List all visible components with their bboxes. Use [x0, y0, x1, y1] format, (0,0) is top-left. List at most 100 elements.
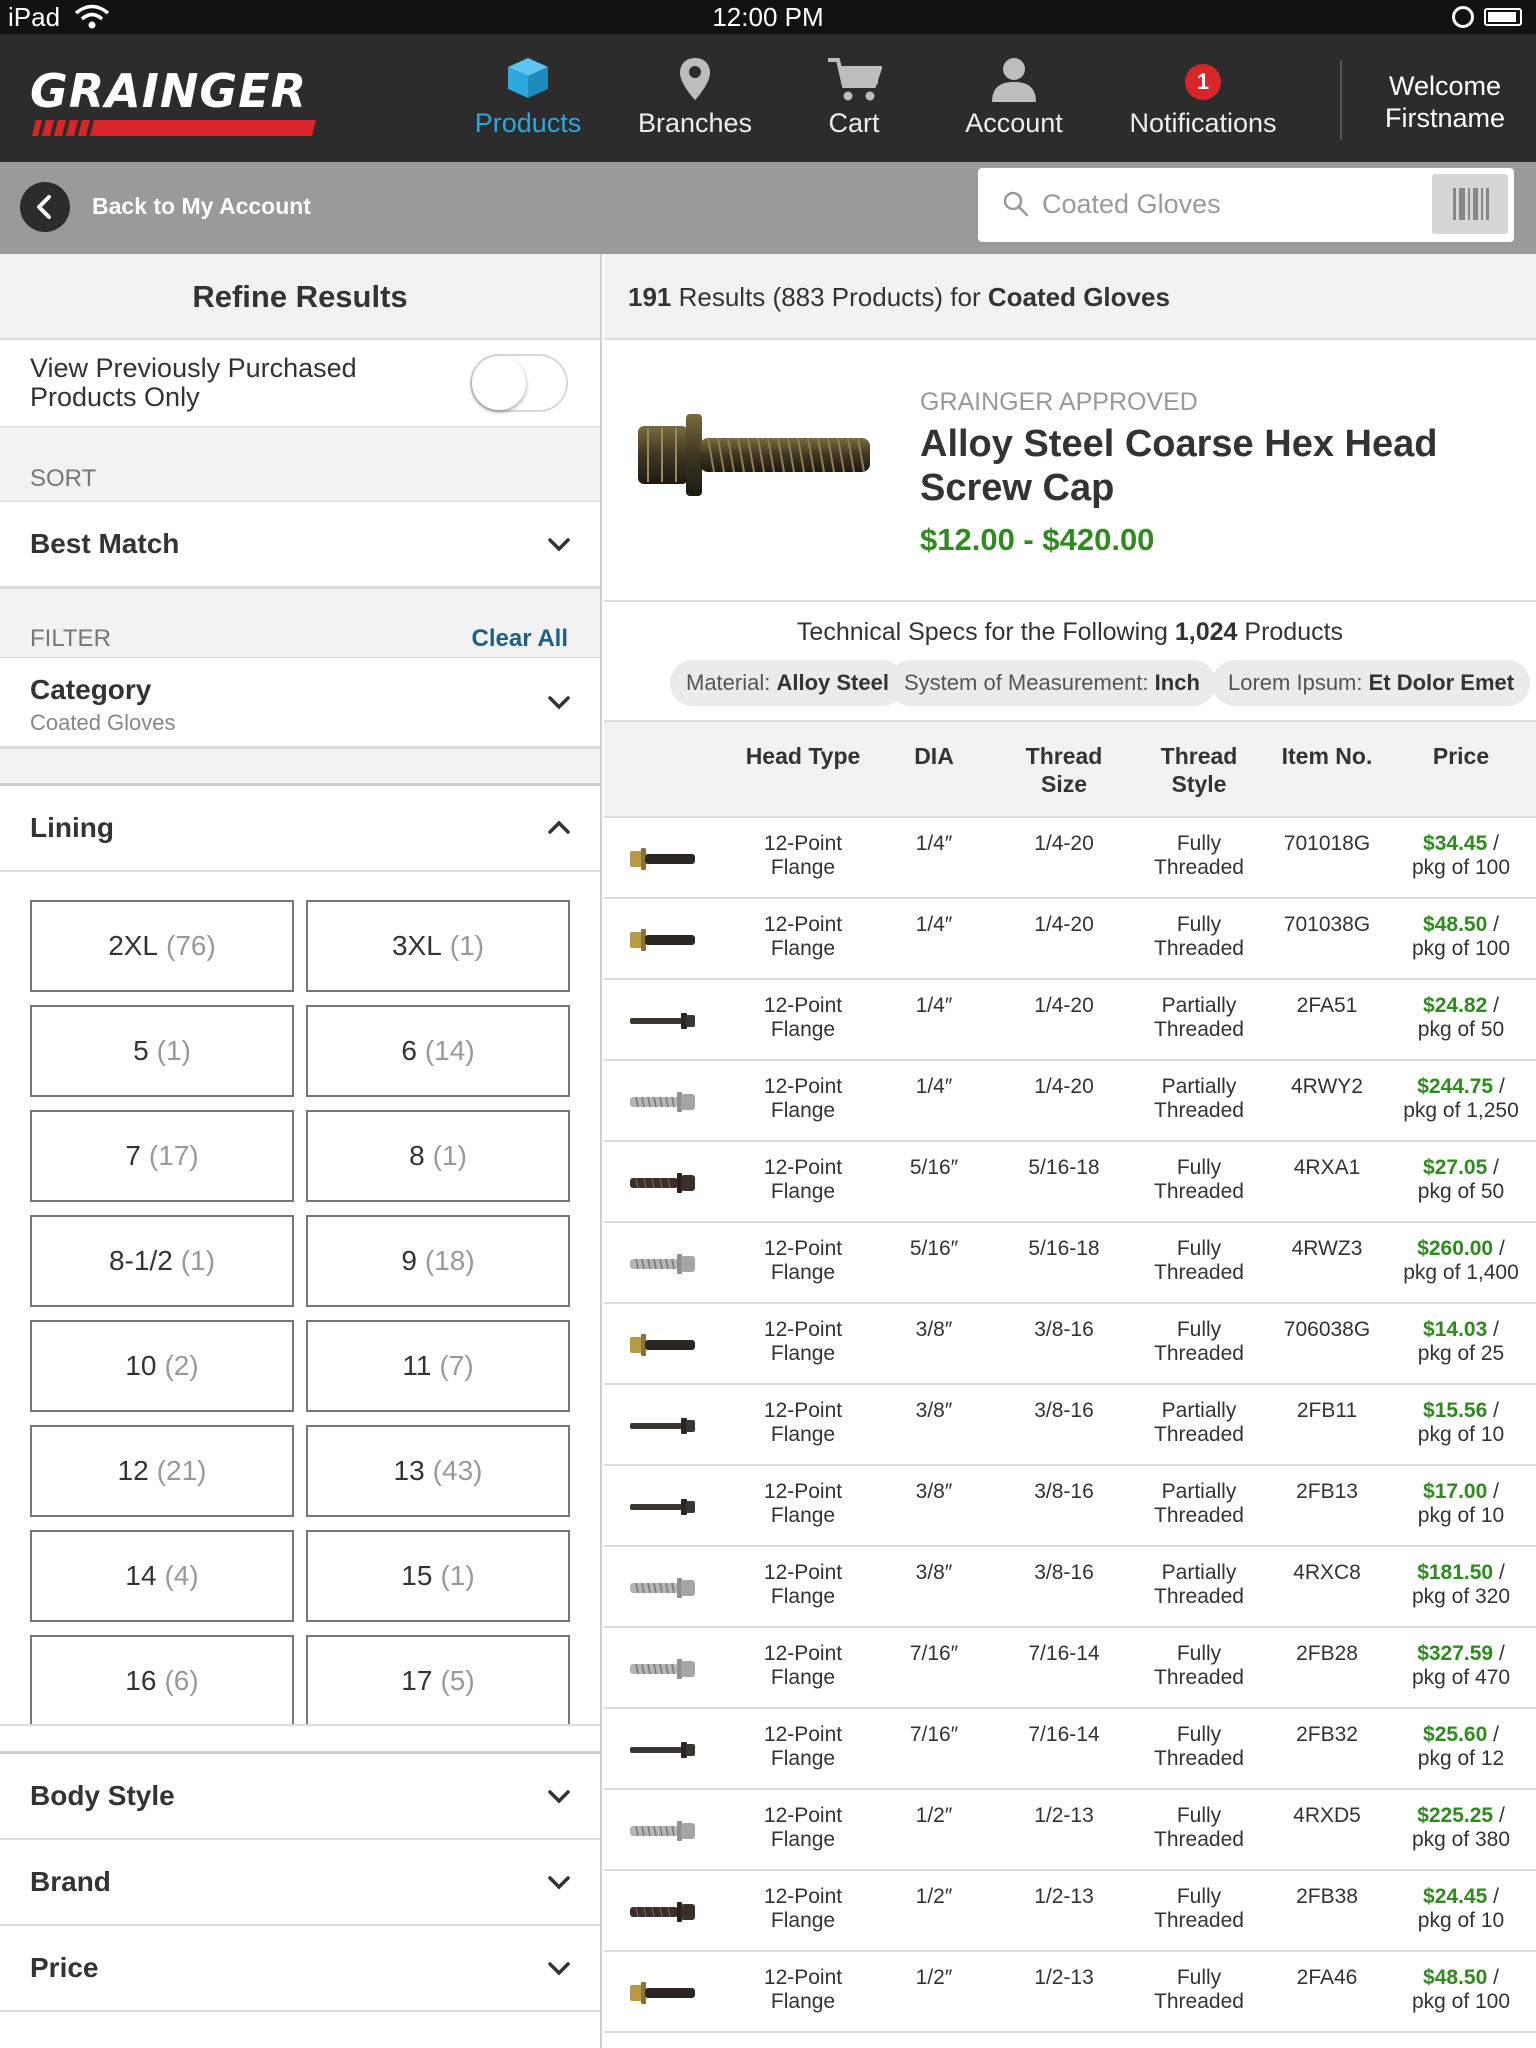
- lining-option[interactable]: 6 (14): [306, 1005, 570, 1097]
- item-number-cell[interactable]: 4RXA1: [1272, 1156, 1382, 1180]
- product-thumbnail: [630, 927, 696, 958]
- price-value: $24.82: [1423, 994, 1488, 1017]
- column-header[interactable]: Thread Size: [1000, 742, 1128, 798]
- column-header[interactable]: Thread Style: [1134, 742, 1264, 798]
- table-row[interactable]: 12-Point Flange 3/8″ 3/8-16 Partially Threa…: [604, 1466, 1536, 1547]
- lining-option[interactable]: 8 (1): [306, 1110, 570, 1202]
- filter-section-header: FILTER Clear All: [0, 588, 600, 658]
- lining-option[interactable]: 16 (6): [30, 1635, 294, 1727]
- lining-option[interactable]: 3XL (1): [306, 900, 570, 992]
- nav-cart[interactable]: Cart: [806, 34, 902, 162]
- lining-option[interactable]: 17 (5): [306, 1635, 570, 1727]
- option-label: 5: [133, 1035, 149, 1066]
- thread-style-cell: Fully Threaded: [1154, 1804, 1244, 1851]
- table-row[interactable]: 12-Point Flange 1/4″ 1/4-20 Partially Threa…: [604, 1061, 1536, 1142]
- table-row[interactable]: 12-Point Flange 7/16″ 7/16-14 Fully Threade…: [604, 1709, 1536, 1790]
- head-type-cell: 12-Point Flange: [763, 1156, 843, 1203]
- table-row[interactable]: 12-Point Flange 1/2″ 1/2-13 Fully Threaded 2…: [604, 1871, 1536, 1952]
- previously-purchased-toggle[interactable]: [470, 354, 568, 412]
- lining-option[interactable]: 9 (18): [306, 1215, 570, 1307]
- table-row[interactable]: 12-Point Flange 3/8″ 3/8-16 Partially Threa…: [604, 1385, 1536, 1466]
- table-row[interactable]: 12-Point Flange 1/4″ 1/4-20 Fully Threaded 7…: [604, 818, 1536, 899]
- item-number-cell[interactable]: 2FB11: [1272, 1399, 1382, 1423]
- lining-option[interactable]: 11 (7): [306, 1320, 570, 1412]
- table-row[interactable]: 12-Point Flange 1/4″ 1/4-20 Partially Threa…: [604, 980, 1536, 1061]
- grainger-logo[interactable]: GRAINGER: [30, 64, 320, 136]
- lining-section-toggle[interactable]: Lining: [0, 786, 600, 872]
- lining-option[interactable]: 2XL (76): [30, 900, 294, 992]
- nav-branches[interactable]: Branches: [632, 34, 758, 162]
- column-header[interactable]: Item No.: [1272, 742, 1382, 770]
- item-number-cell[interactable]: 4RWY2: [1272, 1075, 1382, 1099]
- item-number-cell[interactable]: 2FB28: [1272, 1642, 1382, 1666]
- product-title[interactable]: Alloy Steel Coarse Hex Head Screw Cap: [920, 422, 1480, 510]
- price-cell: $260.00 /pkg of 1,400: [1403, 1237, 1519, 1284]
- lining-option[interactable]: 15 (1): [306, 1530, 570, 1622]
- lining-option[interactable]: 12 (21): [30, 1425, 294, 1517]
- option-count: (1): [156, 1035, 191, 1066]
- barcode-scan-button[interactable]: [1432, 174, 1508, 234]
- table-row[interactable]: 12-Point Flange 1/2″ 1/2-13 Fully Threaded 2…: [604, 1952, 1536, 2033]
- nav-products[interactable]: Products: [466, 34, 590, 162]
- item-number-cell[interactable]: 706038G: [1272, 1318, 1382, 1342]
- option-label: 9: [401, 1245, 417, 1276]
- item-number-cell[interactable]: 701038G: [1272, 913, 1382, 937]
- item-number-cell[interactable]: 2FB38: [1272, 1885, 1382, 1909]
- product-image: [638, 414, 870, 496]
- user-firstname: Firstname: [1384, 103, 1506, 133]
- table-row[interactable]: 12-Point Flange 5/16″ 5/16-18 Fully Threade…: [604, 1223, 1536, 1304]
- item-number-cell[interactable]: 2FA46: [1272, 1966, 1382, 1990]
- package-size: pkg of 320: [1411, 1585, 1511, 1608]
- lining-option[interactable]: 8-1/2 (1): [30, 1215, 294, 1307]
- item-number-cell[interactable]: 4RWZ3: [1272, 1237, 1382, 1261]
- price-value: $17.00: [1423, 1480, 1488, 1503]
- technical-specs: Technical Specs for the Following 1,024 …: [604, 602, 1536, 722]
- package-size: pkg of 100: [1411, 937, 1511, 960]
- back-button[interactable]: [20, 182, 70, 232]
- table-row[interactable]: 12-Point Flange 7/16″ 7/16-14 Fully Threade…: [604, 1628, 1536, 1709]
- nav-notifications[interactable]: 1 Notifications: [1126, 34, 1280, 162]
- price-value: $244.75: [1417, 1075, 1494, 1098]
- body-style-dropdown[interactable]: Body Style: [0, 1754, 600, 1840]
- product-thumbnail: [630, 1332, 696, 1363]
- lining-option[interactable]: 10 (2): [30, 1320, 294, 1412]
- category-dropdown[interactable]: Category Coated Gloves: [0, 658, 600, 748]
- nav-account[interactable]: Account: [958, 34, 1070, 162]
- table-row[interactable]: 12-Point Flange 5/16″ 5/16-18 Fully Threade…: [604, 1142, 1536, 1223]
- brand-title: Brand: [30, 1866, 111, 1897]
- price-dropdown[interactable]: Price: [0, 1926, 600, 2012]
- item-number-cell[interactable]: 4RXD5: [1272, 1804, 1382, 1828]
- item-number-cell[interactable]: 2FA51: [1272, 994, 1382, 1018]
- sort-dropdown[interactable]: Best Match: [0, 502, 600, 588]
- item-number-cell[interactable]: 2FB32: [1272, 1723, 1382, 1747]
- table-row[interactable]: 12-Point Flange 3/8″ 3/8-16 Partially Threa…: [604, 1547, 1536, 1628]
- welcome-user[interactable]: Welcome Firstname: [1360, 70, 1530, 134]
- product-card[interactable]: GRAINGER APPROVED Alloy Steel Coarse Hex…: [604, 340, 1536, 602]
- product-thumbnail: [630, 1737, 696, 1768]
- clear-all-button[interactable]: Clear All: [472, 625, 568, 653]
- price-cell: $244.75 /pkg of 1,250: [1403, 1075, 1519, 1122]
- brand-dropdown[interactable]: Brand: [0, 1840, 600, 1926]
- table-row[interactable]: 12-Point Flange 1/2″ 1/2-13 Fully Threaded 4…: [604, 1790, 1536, 1871]
- table-row[interactable]: 12-Point Flange 3/8″ 3/8-16 Fully Threaded 7…: [604, 1304, 1536, 1385]
- lining-option[interactable]: 7 (17): [30, 1110, 294, 1202]
- spec-value: Et Dolor Emet: [1368, 670, 1515, 695]
- column-header[interactable]: Price: [1386, 742, 1536, 770]
- option-label: 7: [125, 1140, 141, 1171]
- lining-option[interactable]: 14 (4): [30, 1530, 294, 1622]
- item-number-cell[interactable]: 4RXC8: [1272, 1561, 1382, 1585]
- lining-option[interactable]: 5 (1): [30, 1005, 294, 1097]
- column-header[interactable]: DIA: [874, 742, 994, 770]
- price-cell: $27.05 /pkg of 50: [1417, 1156, 1505, 1203]
- price-cell: $34.45 /pkg of 100: [1411, 832, 1511, 879]
- back-to-account-link[interactable]: Back to My Account: [92, 193, 311, 220]
- column-header[interactable]: Head Type: [738, 742, 868, 770]
- lining-option[interactable]: 13 (43): [306, 1425, 570, 1517]
- search-input[interactable]: [1042, 182, 1402, 226]
- item-number-cell[interactable]: 2FB13: [1272, 1480, 1382, 1504]
- item-number-cell[interactable]: 701018G: [1272, 832, 1382, 856]
- table-row[interactable]: 12-Point Flange 1/4″ 1/4-20 Fully Threaded 7…: [604, 899, 1536, 980]
- thread-style-cell: Partially Threaded: [1154, 1561, 1244, 1608]
- section-spacer: [0, 748, 600, 786]
- thread-size-cell: 3/8-16: [1034, 1480, 1094, 1503]
